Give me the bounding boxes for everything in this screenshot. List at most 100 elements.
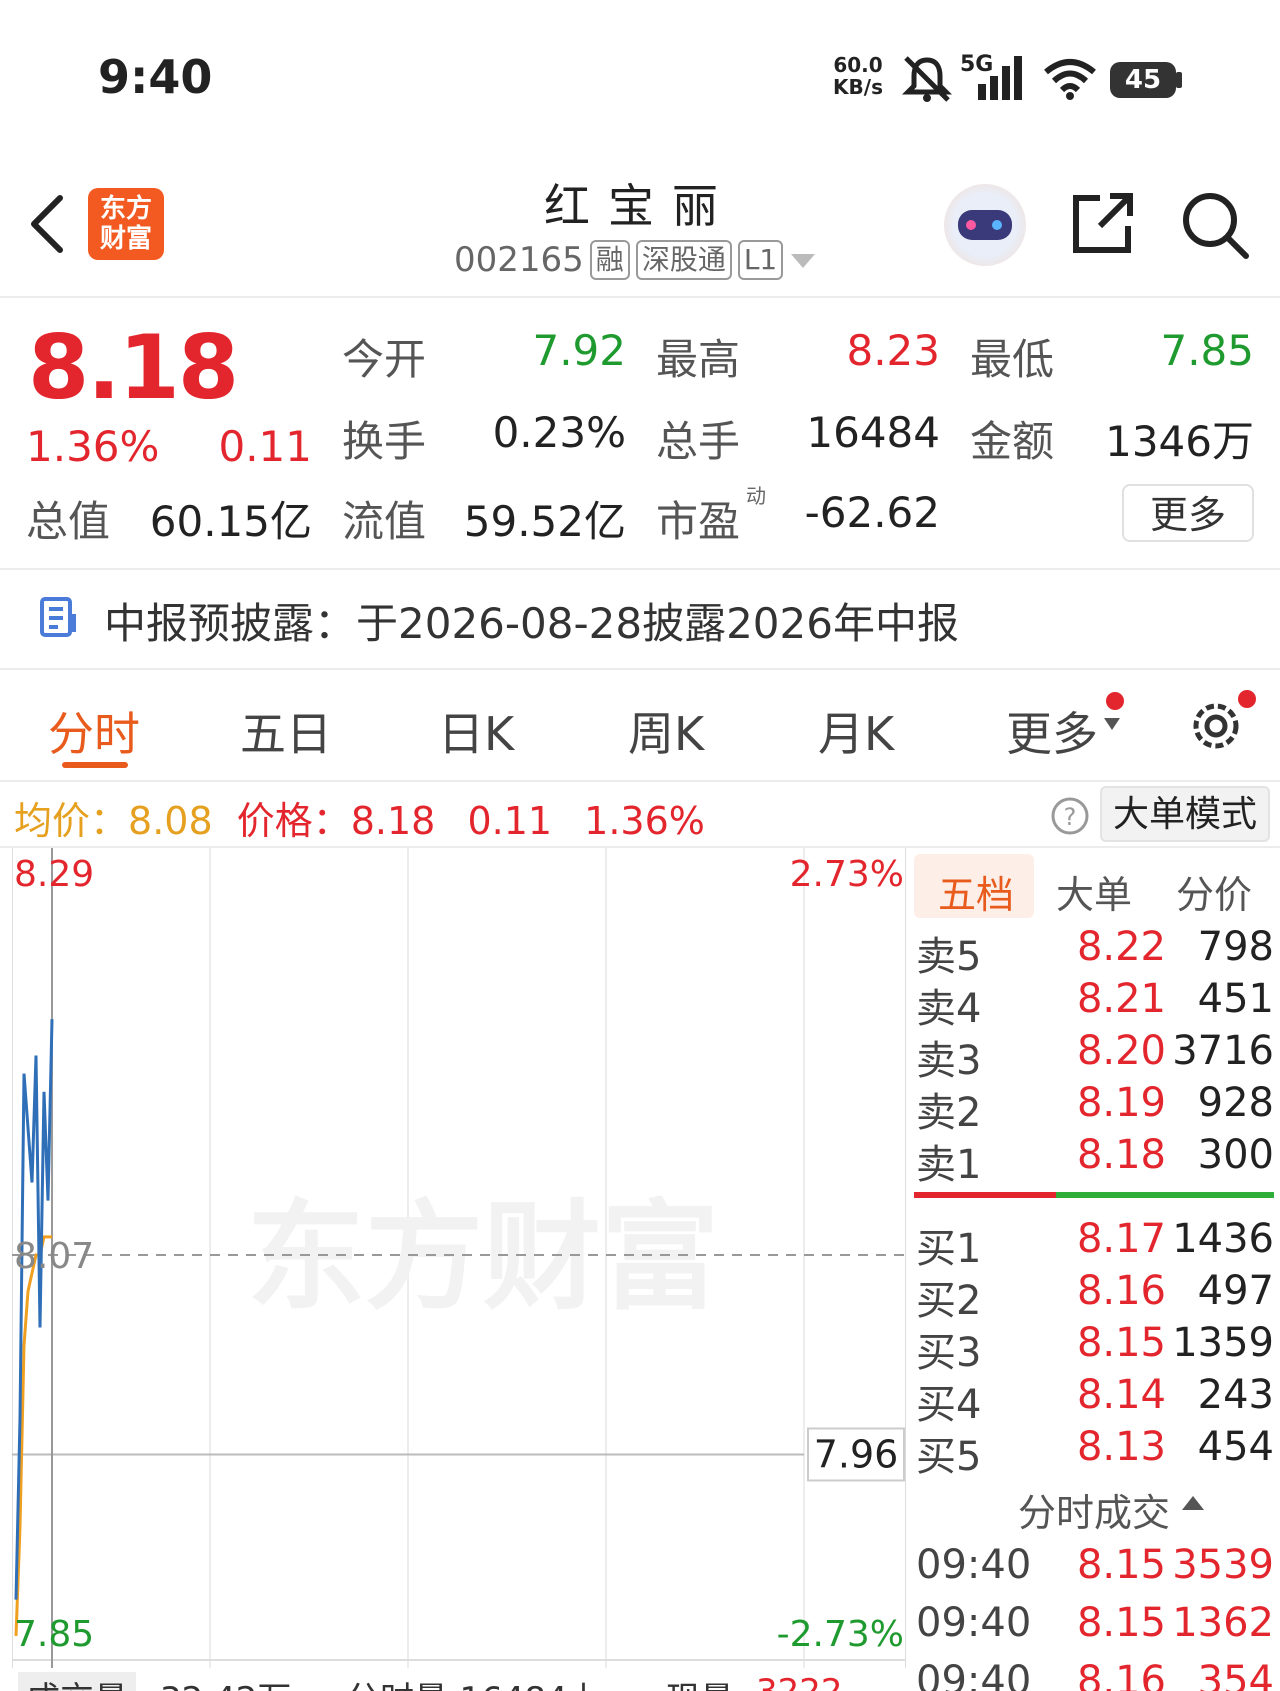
ticks-title[interactable]: 分时成交 xyxy=(1018,1482,1170,1537)
bid-row-2: 买2 8.16 497 xyxy=(916,1268,1274,1324)
high-label: 最高 xyxy=(656,335,741,384)
battery-tip xyxy=(1176,72,1182,88)
change-pct: 1.36% xyxy=(26,422,160,471)
notice-text: 中报预披露：于2026-08-28披露2026年中报 xyxy=(104,599,959,648)
tick-time: 09:40 xyxy=(916,1658,1032,1691)
info-change-pct: 1.36% xyxy=(584,799,705,843)
battery-icon: 45 xyxy=(1110,62,1176,98)
watermark: 东方财富 xyxy=(247,1188,719,1326)
mktcap-label: 总值 xyxy=(26,497,111,546)
pe-value: -62.62 xyxy=(804,488,940,537)
tab-weekly-k[interactable]: 周K xyxy=(628,698,704,764)
volume-total: 32.42万 xyxy=(160,1672,291,1691)
bid-price: 8.15 xyxy=(1076,1320,1166,1366)
robot-eye-left xyxy=(966,220,976,230)
connect-tag: 深股通 xyxy=(635,240,732,280)
bid-label: 买1 xyxy=(916,1226,982,1272)
volume-current-label: 现量: xyxy=(666,1672,745,1691)
bid-volume: 243 xyxy=(1197,1372,1274,1418)
y-label-bottom: 7.85 xyxy=(14,1614,94,1655)
bid-row-4: 买4 8.14 243 xyxy=(916,1372,1274,1428)
open-label: 今开 xyxy=(342,335,427,384)
tab-active-indicator xyxy=(62,762,128,768)
ob-tab-price-dist[interactable]: 分价 xyxy=(1176,864,1252,919)
tick-price: 8.15 xyxy=(1076,1542,1166,1588)
ask-row-1: 卖1 8.18 300 xyxy=(916,1132,1274,1188)
robot-eye-right xyxy=(992,220,1002,230)
ask-label: 卖1 xyxy=(916,1142,982,1188)
net-speed-unit: KB/s xyxy=(833,75,883,99)
ask-price: 8.20 xyxy=(1076,1028,1166,1074)
tab-more[interactable]: 更多 xyxy=(1006,698,1098,764)
crosshair-price-label: 7.96 xyxy=(814,1433,899,1477)
ask-label: 卖2 xyxy=(916,1090,982,1136)
chevron-up-icon[interactable] xyxy=(1180,1492,1206,1512)
stock-code-row[interactable]: 002165 融 深股通 L1 xyxy=(454,240,817,280)
ob-tab-big-order[interactable]: 大单 xyxy=(1056,864,1132,919)
info-change-abs: 0.11 xyxy=(467,799,553,843)
mktcap-value: 60.15亿 xyxy=(149,497,312,546)
y-pct-bottom: -2.73% xyxy=(777,1614,904,1655)
signal-icon xyxy=(978,56,1022,100)
ask-label: 卖5 xyxy=(916,934,982,980)
mute-icon xyxy=(902,56,952,102)
turnover-label: 换手 xyxy=(342,417,427,466)
share-icon[interactable] xyxy=(1070,192,1136,256)
more-quote-button[interactable]: 更多 xyxy=(1122,484,1254,542)
help-icon[interactable]: ? xyxy=(1050,796,1090,836)
bid-price: 8.14 xyxy=(1076,1372,1166,1418)
volume-selector[interactable]: 成交量 xyxy=(18,1672,136,1691)
ob-tab-five-level[interactable]: 五档 xyxy=(938,864,1014,919)
bid-label: 买3 xyxy=(916,1330,982,1376)
bid-price: 8.17 xyxy=(1076,1216,1166,1262)
intraday-chart[interactable]: 东方财富 8.29 8.07 7.85 2.73% -2.73% 7.96 xyxy=(12,848,906,1668)
status-bar: 9:40 60.0 KB/s 5G 45 xyxy=(0,0,1280,150)
ask-price: 8.21 xyxy=(1076,976,1166,1022)
tab-monthly-k[interactable]: 月K xyxy=(818,698,894,764)
svg-text:?: ? xyxy=(1064,803,1077,831)
float-label: 流值 xyxy=(342,497,427,546)
ask-volume: 3716 xyxy=(1172,1028,1274,1074)
price-value: 8.18 xyxy=(350,799,436,843)
bid-row-5: 买5 8.13 454 xyxy=(916,1424,1274,1480)
ask-volume: 798 xyxy=(1197,924,1274,970)
search-icon[interactable] xyxy=(1180,190,1250,260)
net-speed: 60.0 KB/s xyxy=(828,54,888,98)
last-price: 8.18 xyxy=(28,316,239,419)
volume-value: 16484 xyxy=(806,408,940,457)
bid-price: 8.16 xyxy=(1076,1268,1166,1314)
tab-daily-k[interactable]: 日K xyxy=(438,698,514,764)
bid-strength-bar xyxy=(1056,1192,1274,1198)
tab-5day[interactable]: 五日 xyxy=(240,698,332,764)
bid-label: 买2 xyxy=(916,1278,982,1324)
tick-volume: 1362 xyxy=(1172,1600,1274,1646)
robot-avatar[interactable] xyxy=(944,184,1026,266)
big-order-mode-button[interactable]: 大单模式 xyxy=(1100,786,1270,842)
volume-current: 3222 xyxy=(756,1672,843,1691)
stock-code: 002165 xyxy=(454,240,584,280)
ask-row-5: 卖5 8.22 798 xyxy=(916,924,1274,980)
ask-strength-bar xyxy=(914,1192,1056,1198)
gear-icon[interactable] xyxy=(1186,696,1246,756)
tick-row: 09:40 8.16 354 xyxy=(916,1658,1274,1691)
ask-label: 卖3 xyxy=(916,1038,982,1084)
tick-time: 09:40 xyxy=(916,1542,1032,1588)
volume-minute: 分时量:16484上 xyxy=(346,1672,602,1691)
volume-bar: 成交量 32.42万 分时量:16484上 现量: 3222 xyxy=(0,1668,906,1691)
chevron-down-icon xyxy=(1104,718,1120,730)
dropdown-icon[interactable] xyxy=(789,250,817,270)
pe-sup: 动 xyxy=(746,484,766,508)
amount-label: 金额 xyxy=(970,417,1055,466)
ask-label: 卖4 xyxy=(916,986,982,1032)
bid-volume: 1436 xyxy=(1172,1216,1274,1262)
net-speed-value: 60.0 xyxy=(833,53,883,77)
tick-price: 8.15 xyxy=(1076,1600,1166,1646)
tab-intraday[interactable]: 分时 xyxy=(48,698,140,764)
avg-value: 8.08 xyxy=(128,799,213,843)
low-label: 最低 xyxy=(970,335,1055,384)
turnover-value: 0.23% xyxy=(492,408,626,457)
change-abs: 0.11 xyxy=(218,422,312,471)
tick-row: 09:40 8.15 3539 xyxy=(916,1542,1274,1594)
bid-row-3: 买3 8.15 1359 xyxy=(916,1320,1274,1376)
bid-volume: 1359 xyxy=(1172,1320,1274,1366)
